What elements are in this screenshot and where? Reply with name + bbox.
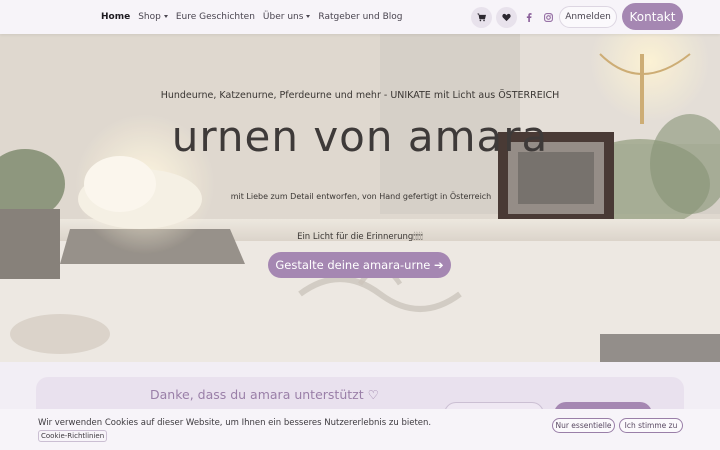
design-urn-button[interactable]: Gestalte deine amara-urne ➔ xyxy=(268,252,451,278)
hero-light-text: Ein Licht für die Erinnerung🕯🕯🕯🕯 xyxy=(297,232,423,242)
nav-item-home[interactable]: Home xyxy=(101,12,130,22)
hero-title: urnen von amara xyxy=(171,112,549,161)
facebook-link[interactable] xyxy=(519,7,539,28)
nav-links: Home Shop Eure Geschichten Über uns Ratg… xyxy=(101,0,402,34)
hero-tagline: Hundeurne, Katzenurne, Pferdeurne und me… xyxy=(160,90,560,101)
wishlist-button[interactable] xyxy=(496,7,517,28)
heart-icon xyxy=(502,13,511,22)
instagram-icon xyxy=(543,13,553,22)
navbar: Home Shop Eure Geschichten Über uns Ratg… xyxy=(0,0,720,34)
nav-item-blog[interactable]: Ratgeber und Blog xyxy=(318,12,402,22)
cookie-essential-button[interactable]: Nur essentielle xyxy=(552,418,615,433)
thanks-title: Danke, dass du amara unterstützt ♡ xyxy=(150,387,379,402)
hero-subtitle: mit Liebe zum Detail entworfen, von Hand… xyxy=(230,192,492,201)
nav-item-geschichten[interactable]: Eure Geschichten xyxy=(176,12,255,22)
cookie-accept-button[interactable]: Ich stimme zu xyxy=(619,418,683,433)
nav-item-ueber-uns[interactable]: Über uns xyxy=(263,12,311,22)
instagram-link[interactable] xyxy=(538,7,558,28)
nav-item-shop-label: Shop xyxy=(138,12,161,22)
contact-button[interactable]: Kontakt xyxy=(622,3,683,30)
cookie-policy-link[interactable]: Cookie-Richtlinien xyxy=(38,430,108,442)
cookie-banner: Wir verwenden Cookies auf dieser Website… xyxy=(0,409,720,450)
cart-icon xyxy=(477,13,486,22)
nav-item-shop[interactable]: Shop xyxy=(138,12,168,22)
nav-item-ueber-uns-label: Über uns xyxy=(262,12,304,22)
login-button[interactable]: Anmelden xyxy=(559,6,617,28)
facebook-icon xyxy=(526,13,532,22)
cookie-message: Wir verwenden Cookies auf dieser Website… xyxy=(38,418,432,428)
cart-button[interactable] xyxy=(471,7,492,28)
chevron-down-icon xyxy=(306,15,311,18)
chevron-down-icon xyxy=(163,15,168,18)
hero-section: Hundeurne, Katzenurne, Pferdeurne und me… xyxy=(0,34,720,362)
